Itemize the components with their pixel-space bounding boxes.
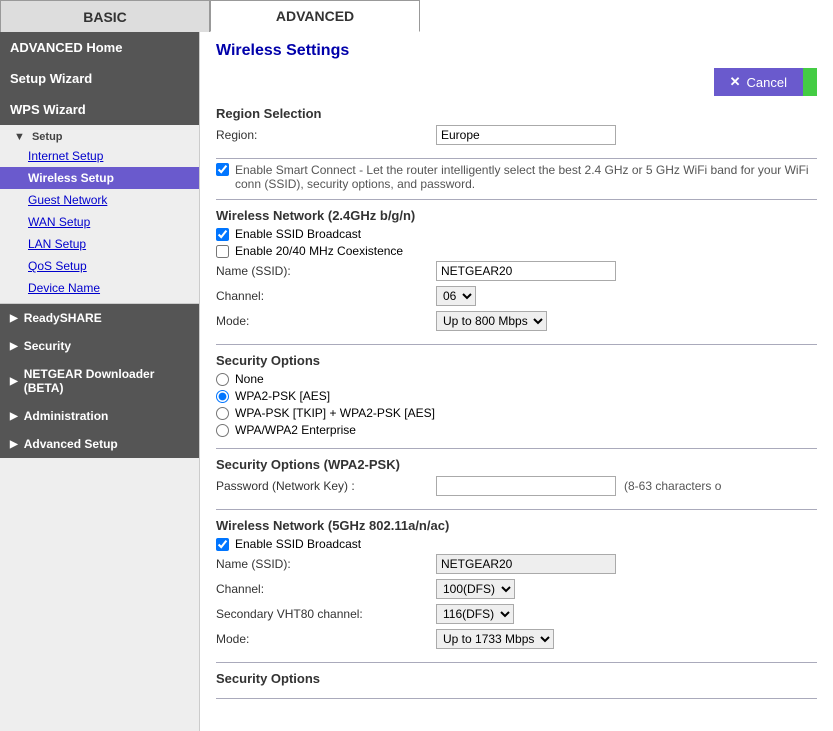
smart-connect-text: Enable Smart Connect - Let the router in… — [235, 163, 817, 191]
security-options-5g-title: Security Options — [216, 671, 817, 686]
enable-ssid-broadcast-24-label: Enable SSID Broadcast — [235, 227, 361, 241]
password-row: Password (Network Key) : (8-63 character… — [216, 476, 817, 496]
sidebar-item-guest-network[interactable]: Guest Network — [0, 189, 199, 211]
enable-ssid-broadcast-5g-label: Enable SSID Broadcast — [235, 537, 361, 551]
sidebar-item-setup-wizard[interactable]: Setup Wizard — [0, 63, 199, 94]
channel-24-label: Channel: — [216, 289, 436, 303]
smart-connect-row: Enable Smart Connect - Let the router in… — [216, 163, 817, 200]
cancel-button[interactable]: ✕ Cancel — [714, 68, 803, 96]
close-icon: ✕ — [730, 74, 741, 90]
enable-ssid-broadcast-5g-row: Enable SSID Broadcast — [216, 537, 817, 551]
sidebar-item-advanced-setup[interactable]: ▶ Advanced Setup — [0, 430, 199, 458]
sidebar-item-device-name[interactable]: Device Name — [0, 277, 199, 299]
mode-24-label: Mode: — [216, 314, 436, 328]
sec-wpa-combo-label: WPA-PSK [TKIP] + WPA2-PSK [AES] — [235, 406, 435, 420]
arrow-icon: ▶ — [10, 341, 18, 352]
security-options-5g-section: Security Options — [216, 671, 817, 699]
region-section-title: Region Selection — [216, 106, 817, 121]
channel-24-row: Channel: 06 01 11 — [216, 286, 817, 306]
ssid-5g-input[interactable] — [436, 554, 616, 574]
security-wpa2-title: Security Options (WPA2-PSK) — [216, 457, 817, 472]
arrow-icon: ▶ — [10, 376, 18, 387]
sec-none-radio[interactable] — [216, 373, 229, 386]
sec-wpa2-row: WPA2-PSK [AES] — [216, 389, 817, 403]
wireless-5g-section: Wireless Network (5GHz 802.11a/n/ac) Ena… — [216, 518, 817, 663]
wireless-24-title: Wireless Network (2.4GHz b/g/n) — [216, 208, 817, 223]
arrow-icon: ▶ — [10, 313, 18, 324]
cancel-bar: ✕ Cancel — [216, 68, 817, 96]
tab-basic-label: BASIC — [83, 9, 127, 25]
channel-5g-select[interactable]: 100(DFS) 36 149 — [436, 579, 515, 599]
mode-24-select[interactable]: Up to 800 Mbps Up to 400 Mbps — [436, 311, 547, 331]
sidebar-item-internet-setup[interactable]: Internet Setup — [0, 145, 199, 167]
secondary-vht80-select[interactable]: 116(DFS) 36 — [436, 604, 514, 624]
sidebar-item-security[interactable]: ▶ Security — [0, 332, 199, 360]
mode-5g-select[interactable]: Up to 1733 Mbps Up to 800 Mbps — [436, 629, 554, 649]
sec-wpa-combo-row: WPA-PSK [TKIP] + WPA2-PSK [AES] — [216, 406, 817, 420]
secondary-vht80-row: Secondary VHT80 channel: 116(DFS) 36 — [216, 604, 817, 624]
ssid-24-row: Name (SSID): — [216, 261, 817, 281]
sec-enterprise-row: WPA/WPA2 Enterprise — [216, 423, 817, 437]
arrow-icon: ▶ — [10, 411, 18, 422]
enable-ssid-broadcast-5g-checkbox[interactable] — [216, 538, 229, 551]
enable-ssid-broadcast-24-checkbox[interactable] — [216, 228, 229, 241]
ssid-24-label: Name (SSID): — [216, 264, 436, 278]
tab-advanced[interactable]: ADVANCED — [210, 0, 420, 32]
main-content: Wireless Settings ✕ Cancel Region Select… — [200, 32, 833, 731]
ssid-24-input[interactable] — [436, 261, 616, 281]
ssid-5g-row: Name (SSID): — [216, 554, 817, 574]
region-section: Region Selection Region: — [216, 106, 817, 159]
mode-5g-row: Mode: Up to 1733 Mbps Up to 800 Mbps — [216, 629, 817, 649]
sec-none-label: None — [235, 372, 264, 386]
sidebar-item-wan-setup[interactable]: WAN Setup — [0, 211, 199, 233]
sidebar-item-qos-setup[interactable]: QoS Setup — [0, 255, 199, 277]
sidebar: ADVANCED Home Setup Wizard WPS Wizard ▼ … — [0, 32, 200, 731]
password-hint: (8-63 characters o — [624, 479, 721, 493]
sec-wpa2-radio[interactable] — [216, 390, 229, 403]
tab-advanced-label: ADVANCED — [276, 8, 354, 24]
status-indicator — [803, 68, 817, 96]
secondary-vht80-label: Secondary VHT80 channel: — [216, 607, 436, 621]
smart-connect-checkbox[interactable] — [216, 163, 229, 176]
sec-wpa2-label: WPA2-PSK [AES] — [235, 389, 330, 403]
sidebar-section-setup[interactable]: ▼ Setup — [0, 125, 199, 145]
arrow-icon: ▶ — [10, 439, 18, 450]
sec-enterprise-radio[interactable] — [216, 424, 229, 437]
wireless-24-section: Wireless Network (2.4GHz b/g/n) Enable S… — [216, 208, 817, 345]
password-input[interactable] — [436, 476, 616, 496]
region-row: Region: — [216, 125, 817, 145]
mode-5g-label: Mode: — [216, 632, 436, 646]
tab-basic[interactable]: BASIC — [0, 0, 210, 32]
enable-2040-label: Enable 20/40 MHz Coexistence — [235, 244, 403, 258]
region-input[interactable] — [436, 125, 616, 145]
wireless-5g-title: Wireless Network (5GHz 802.11a/n/ac) — [216, 518, 817, 533]
sec-wpa-combo-radio[interactable] — [216, 407, 229, 420]
sidebar-item-readyshare[interactable]: ▶ ReadySHARE — [0, 304, 199, 332]
sidebar-item-advanced-home[interactable]: ADVANCED Home — [0, 32, 199, 63]
sec-enterprise-label: WPA/WPA2 Enterprise — [235, 423, 356, 437]
channel-5g-row: Channel: 100(DFS) 36 149 — [216, 579, 817, 599]
enable-2040-checkbox[interactable] — [216, 245, 229, 258]
sidebar-item-wireless-setup[interactable]: Wireless Setup — [0, 167, 199, 189]
sec-none-row: None — [216, 372, 817, 386]
sidebar-item-wps-wizard[interactable]: WPS Wizard — [0, 94, 199, 125]
security-options-section: Security Options None WPA2-PSK [AES] WPA… — [216, 353, 817, 449]
channel-24-select[interactable]: 06 01 11 — [436, 286, 476, 306]
ssid-5g-label: Name (SSID): — [216, 557, 436, 571]
security-wpa2-section: Security Options (WPA2-PSK) Password (Ne… — [216, 457, 817, 510]
sidebar-item-administration[interactable]: ▶ Administration — [0, 402, 199, 430]
enable-2040-row: Enable 20/40 MHz Coexistence — [216, 244, 817, 258]
sidebar-item-lan-setup[interactable]: LAN Setup — [0, 233, 199, 255]
security-options-title: Security Options — [216, 353, 817, 368]
channel-5g-label: Channel: — [216, 582, 436, 596]
page-title: Wireless Settings — [216, 42, 817, 60]
password-label: Password (Network Key) : — [216, 479, 436, 493]
sidebar-item-netgear-downloader[interactable]: ▶ NETGEAR Downloader (BETA) — [0, 360, 199, 402]
arrow-icon: ▼ — [14, 131, 25, 143]
enable-ssid-broadcast-24-row: Enable SSID Broadcast — [216, 227, 817, 241]
region-label: Region: — [216, 128, 436, 142]
mode-24-row: Mode: Up to 800 Mbps Up to 400 Mbps — [216, 311, 817, 331]
